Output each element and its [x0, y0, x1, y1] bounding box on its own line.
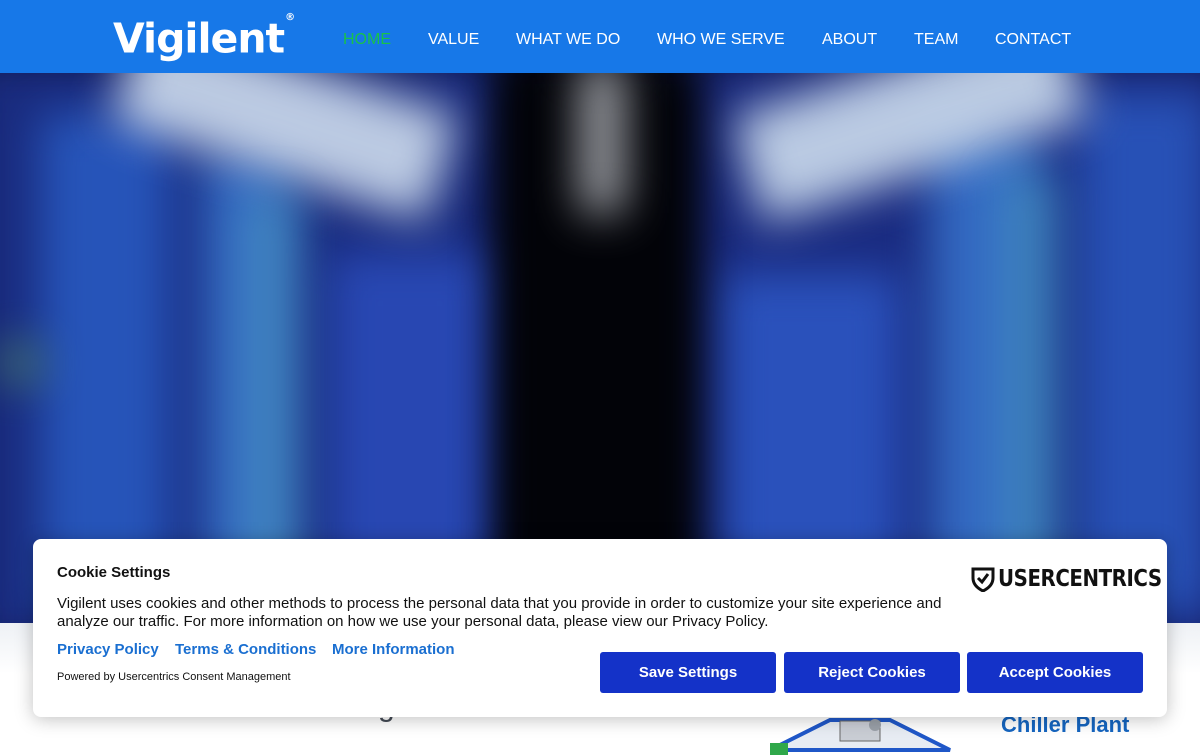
usercentrics-brand-text: USERCENTRICS	[998, 566, 1162, 592]
cookie-title: Cookie Settings	[57, 564, 171, 581]
hero-right-rack-panel	[1080, 93, 1200, 613]
nav-team[interactable]: TEAM	[914, 31, 958, 49]
accept-cookies-button[interactable]: Accept Cookies	[967, 652, 1143, 693]
main-nav: HOME VALUE WHAT WE DO WHO WE SERVE ABOUT…	[0, 0, 1200, 73]
nav-what-we-do[interactable]: WHAT WE DO	[516, 31, 620, 49]
cookie-banner: Cookie Settings USERCENTRICS Vigilent us…	[33, 539, 1167, 717]
more-information-link[interactable]: More Information	[332, 641, 455, 658]
save-settings-button[interactable]: Save Settings	[600, 652, 776, 693]
shield-check-icon	[971, 567, 995, 592]
hero-green-led	[0, 343, 40, 383]
nav-value[interactable]: VALUE	[428, 31, 479, 49]
terms-conditions-link[interactable]: Terms & Conditions	[175, 641, 316, 658]
site-header: Vigilent® HOME VALUE WHAT WE DO WHO WE S…	[0, 0, 1200, 73]
nav-who-we-serve[interactable]: WHO WE SERVE	[657, 31, 785, 49]
usercentrics-logo: USERCENTRICS	[971, 566, 1188, 592]
hero-left-rack-panel	[40, 113, 170, 613]
chiller-plant-diagram	[770, 718, 951, 755]
nav-about[interactable]: ABOUT	[822, 31, 877, 49]
nav-home[interactable]: HOME	[343, 31, 391, 49]
reject-cookies-button[interactable]: Reject Cookies	[784, 652, 960, 693]
cookie-description: Vigilent uses cookies and other methods …	[57, 595, 942, 630]
hero-aisle-light	[580, 73, 624, 213]
privacy-policy-link[interactable]: Privacy Policy	[57, 641, 159, 658]
powered-by-text: Powered by Usercentrics Consent Manageme…	[57, 671, 291, 683]
nav-contact[interactable]: CONTACT	[995, 31, 1071, 49]
